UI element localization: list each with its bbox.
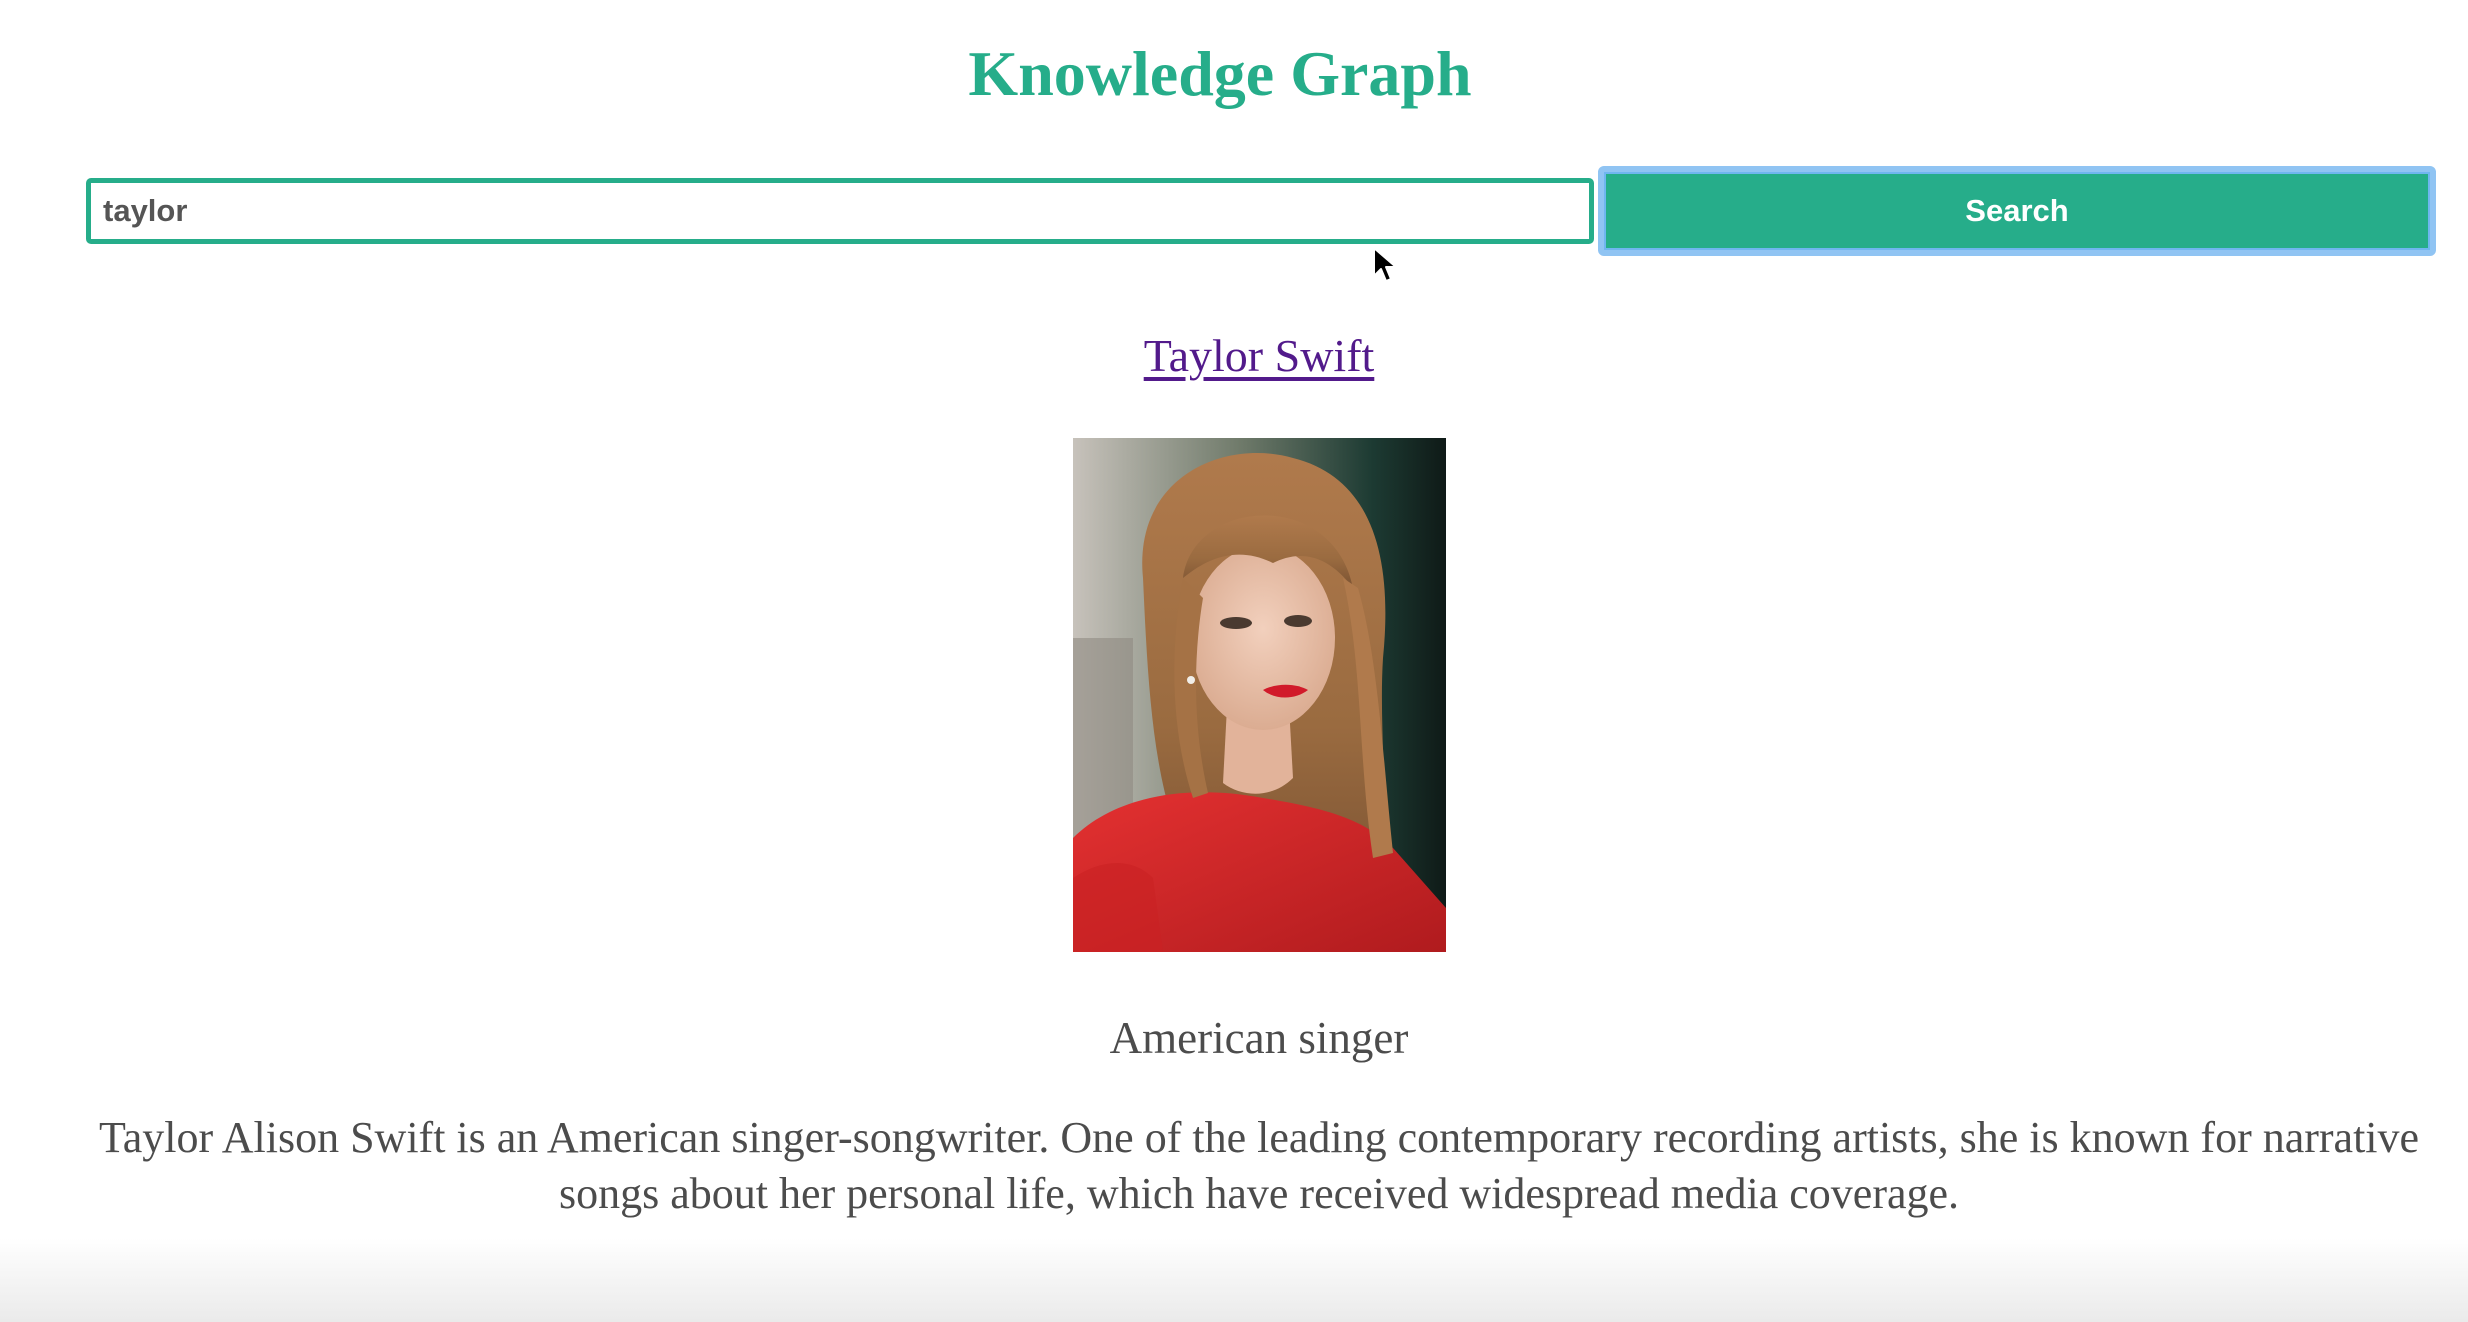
result-description: Taylor Alison Swift is an American singe… xyxy=(98,1113,2420,1218)
search-button[interactable]: Search xyxy=(1598,166,2436,256)
page-title: Knowledge Graph xyxy=(968,38,1472,109)
mouse-pointer-icon xyxy=(1373,247,1397,282)
result-title-link[interactable]: Taylor Swift xyxy=(0,326,2468,386)
result-photo xyxy=(1073,438,1446,952)
page-bottom-shade xyxy=(0,1238,2468,1322)
portrait-photo-icon xyxy=(1073,438,1446,952)
search-bar: Search xyxy=(86,166,2436,256)
search-input[interactable] xyxy=(86,178,1594,244)
result-subtitle: American singer xyxy=(1109,1013,1409,1063)
